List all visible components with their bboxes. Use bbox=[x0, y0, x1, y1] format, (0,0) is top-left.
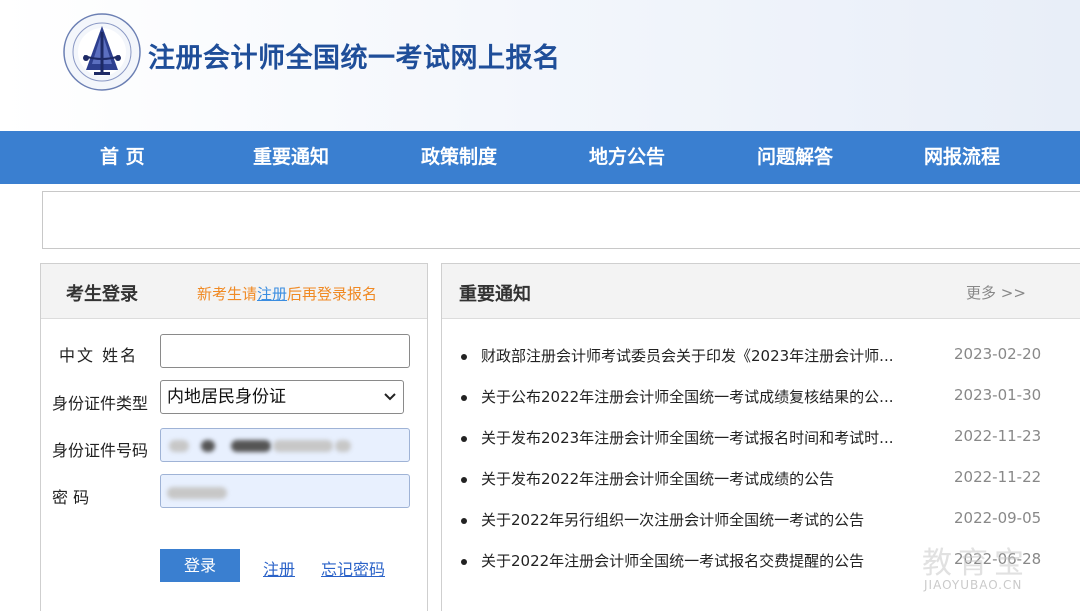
nav-item-faq[interactable]: 问题解答 bbox=[757, 131, 833, 184]
register-link[interactable]: 注册 bbox=[263, 556, 295, 580]
banner-box bbox=[42, 191, 1080, 249]
list-item[interactable]: 关于2022年另行组织一次注册会计师全国统一考试的公告 2022-09-05 bbox=[442, 509, 1080, 533]
nav-item-registration-process[interactable]: 网报流程 bbox=[924, 131, 1000, 184]
cicpa-emblem-logo bbox=[63, 13, 141, 91]
main-nav: 首 页 重要通知 政策制度 地方公告 问题解答 网报流程 bbox=[0, 131, 1080, 184]
chevron-down-icon bbox=[383, 382, 397, 424]
register-note-suffix: 后再登录报名 bbox=[287, 285, 378, 303]
page: 注册会计师全国统一考试网上报名 首 页 重要通知 政策制度 地方公告 问题解答 … bbox=[0, 0, 1080, 611]
register-note: 新考生请注册后再登录报名 bbox=[197, 283, 377, 304]
notice-date: 2022-09-05 bbox=[954, 509, 1042, 527]
password-input[interactable] bbox=[160, 474, 410, 508]
notice-date: 2022-11-22 bbox=[954, 468, 1042, 486]
more-link[interactable]: 更多 >> bbox=[966, 282, 1026, 303]
login-button[interactable]: 登录 bbox=[160, 549, 240, 582]
register-note-prefix: 新考生请 bbox=[197, 285, 258, 303]
nav-item-policies[interactable]: 政策制度 bbox=[421, 131, 497, 184]
login-title: 考生登录 bbox=[66, 284, 138, 305]
notices-panel-header: 重要通知 更多 >> bbox=[442, 264, 1080, 319]
watermark-en: JIAOYUBAO.CN bbox=[924, 578, 1023, 592]
masked-value bbox=[231, 440, 271, 452]
bullet-icon bbox=[461, 436, 467, 442]
bullet-icon bbox=[461, 395, 467, 401]
list-item[interactable]: 关于发布2022年注册会计师全国统一考试成绩的公告 2022-11-22 bbox=[442, 468, 1080, 492]
nav-item-important-notices[interactable]: 重要通知 bbox=[253, 131, 329, 184]
nav-item-home[interactable]: 首 页 bbox=[100, 131, 145, 184]
watermark: 教育宝 JIAOYUBAO.CN bbox=[922, 538, 1062, 598]
site-title: 注册会计师全国统一考试网上报名 bbox=[148, 43, 561, 74]
password-label: 密 码 bbox=[52, 488, 90, 507]
masked-value bbox=[169, 440, 189, 452]
bullet-icon bbox=[461, 518, 467, 524]
masked-value bbox=[201, 440, 215, 452]
forgot-password-link[interactable]: 忘记密码 bbox=[321, 556, 385, 580]
notice-date: 2022-11-23 bbox=[954, 427, 1042, 445]
nav-item-local-announcements[interactable]: 地方公告 bbox=[589, 131, 665, 184]
notice-title: 关于2022年另行组织一次注册会计师全国统一考试的公告 bbox=[481, 511, 865, 529]
register-note-link[interactable]: 注册 bbox=[257, 285, 287, 303]
notice-title: 关于公布2022年注册会计师全国统一考试成绩复核结果的公... bbox=[481, 388, 894, 406]
login-panel-header: 考生登录 新考生请注册后再登录报名 bbox=[41, 264, 427, 319]
bullet-icon bbox=[461, 354, 467, 360]
masked-value bbox=[167, 487, 227, 499]
site-header: 注册会计师全国统一考试网上报名 bbox=[0, 0, 1080, 131]
notice-title: 关于2022年注册会计师全国统一考试报名交费提醒的公告 bbox=[481, 552, 865, 570]
notices-title: 重要通知 bbox=[459, 284, 531, 305]
masked-value bbox=[335, 440, 351, 452]
name-input[interactable] bbox=[160, 334, 410, 368]
id-number-input[interactable] bbox=[160, 428, 410, 462]
name-label: 中文 姓名 bbox=[59, 346, 139, 365]
watermark-cn: 教育宝 bbox=[922, 546, 1030, 581]
id-type-select[interactable]: 内地居民身份证 bbox=[160, 380, 404, 414]
id-type-label: 身份证件类型 bbox=[52, 394, 149, 413]
notice-date: 2023-02-20 bbox=[954, 345, 1042, 363]
notice-date: 2023-01-30 bbox=[954, 386, 1042, 404]
bullet-icon bbox=[461, 559, 467, 565]
list-item[interactable]: 关于发布2023年注册会计师全国统一考试报名时间和考试时... 2022-11-… bbox=[442, 427, 1080, 451]
id-type-selected-value: 内地居民身份证 bbox=[167, 387, 286, 407]
login-panel: 考生登录 新考生请注册后再登录报名 中文 姓名 身份证件类型 内地居民身份证 身… bbox=[40, 263, 428, 611]
notice-title: 关于发布2022年注册会计师全国统一考试成绩的公告 bbox=[481, 470, 835, 488]
list-item[interactable]: 财政部注册会计师考试委员会关于印发《2023年注册会计师... 2023-02-… bbox=[442, 345, 1080, 369]
masked-value bbox=[273, 440, 333, 452]
id-number-label: 身份证件号码 bbox=[52, 441, 149, 460]
bullet-icon bbox=[461, 477, 467, 483]
list-item[interactable]: 关于公布2022年注册会计师全国统一考试成绩复核结果的公... 2023-01-… bbox=[442, 386, 1080, 410]
notice-title: 关于发布2023年注册会计师全国统一考试报名时间和考试时... bbox=[481, 429, 894, 447]
notice-title: 财政部注册会计师考试委员会关于印发《2023年注册会计师... bbox=[481, 347, 894, 365]
